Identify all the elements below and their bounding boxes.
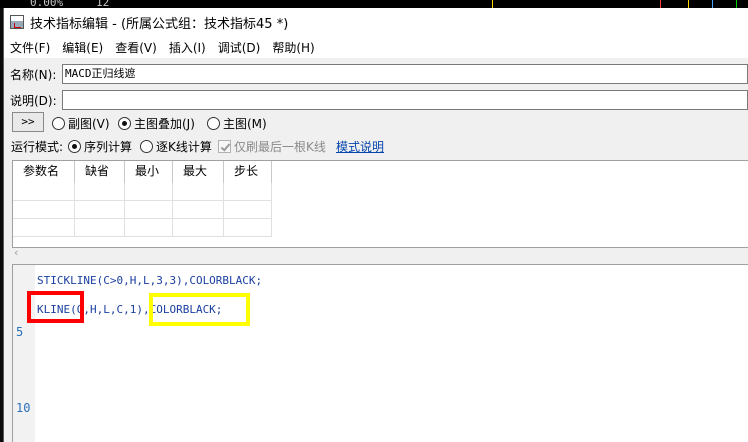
option-main-overlay[interactable]: 主图叠加(J) [118,115,195,132]
background-bar [712,0,713,8]
description-label: 说明(D): [10,93,57,108]
run-mode-series-label: 序列计算 [84,140,133,154]
code-line-1[interactable]: STICKLINE(C>0,H,L,3,3),COLORBLACK; [37,274,262,287]
menu-bar: 文件(F) 编辑(E) 查看(V) 插入(I) 调试(D) 帮助(H) [4,36,748,58]
line-number: 10 [16,401,31,415]
option-subchart-label: 副图(V) [68,117,110,131]
window-title: 技术指标编辑 - (所属公式组：技术指标45 *) [30,16,289,32]
menu-edit[interactable]: 编辑(E) [56,39,109,56]
radio-main-overlay[interactable] [118,117,131,130]
menu-view[interactable]: 查看(V) [109,39,163,56]
params-table-header: 参数名 缺省 最小 最大 步长 [13,161,272,183]
indicator-editor-window: 技术指标编辑 - (所属公式组：技术指标45 *) 文件(F) 编辑(E) 查看… [4,8,748,442]
yellow-highlight-box [149,293,250,326]
title-bar[interactable]: 技术指标编辑 - (所属公式组：技术指标45 *) [4,8,748,36]
line-number: 5 [16,325,24,339]
background-bar [688,0,689,8]
radio-subchart[interactable] [52,117,65,130]
header-min[interactable]: 最小 [125,161,173,183]
checkbox-only-last[interactable] [218,140,231,153]
table-row[interactable] [13,219,272,237]
header-param-name[interactable]: 参数名 [13,161,75,183]
name-input-value: MACD正归线遮 [65,67,136,80]
radio-run-per-bar[interactable] [140,140,153,153]
red-highlight-box [27,291,84,323]
menu-insert[interactable]: 插入(I) [163,39,212,56]
mode-help-link[interactable]: 模式说明 [336,138,384,155]
table-row[interactable] [13,183,272,201]
params-horizontal-scrollbar[interactable]: ‹ [12,246,748,260]
run-mode-label: 运行模式: [11,140,64,154]
option-main-overlay-label: 主图叠加(J) [134,117,195,131]
background-bar [660,0,661,8]
header-default[interactable]: 缺省 [75,161,125,183]
name-input[interactable]: MACD正归线遮 [62,64,748,84]
radio-run-series[interactable] [68,140,81,153]
background-bar [492,0,493,8]
app-icon [10,15,24,29]
run-mode-per-bar[interactable]: 逐K线计算 [140,138,212,155]
expand-button[interactable]: >> [12,112,44,132]
only-last-bar-label: 仅刷最后一根K线 [234,140,326,154]
option-main-chart[interactable]: 主图(M) [207,115,267,132]
radio-main-chart[interactable] [207,117,220,130]
params-table: 参数名 缺省 最小 最大 步长 [12,160,748,248]
scroll-left-icon[interactable]: ‹ [14,246,18,259]
header-step[interactable]: 步长 [224,161,272,183]
menu-help[interactable]: 帮助(H) [266,39,320,56]
menu-file[interactable]: 文件(F) [4,39,56,56]
table-row[interactable] [13,201,272,219]
background-bar [736,0,737,8]
background-chart-strip: 0.00% 12 [0,0,748,9]
menu-debug[interactable]: 调试(D) [212,39,267,56]
run-mode-per-bar-label: 逐K线计算 [156,140,212,154]
option-main-chart-label: 主图(M) [223,117,267,131]
run-mode-series[interactable]: 序列计算 [68,138,132,155]
option-subchart[interactable]: 副图(V) [52,115,110,132]
header-max[interactable]: 最大 [173,161,224,183]
description-input[interactable] [62,90,748,110]
name-label: 名称(N): [10,67,57,82]
code-editor[interactable]: 5 10 STICKLINE(C>0,H,L,3,3),COLORBLACK; … [12,264,748,442]
only-last-bar-checkbox[interactable]: 仅刷最后一根K线 [218,138,326,155]
